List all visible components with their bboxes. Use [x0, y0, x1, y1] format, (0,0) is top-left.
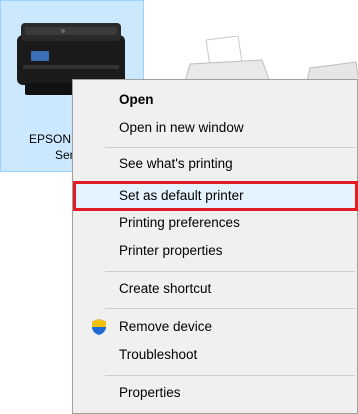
menu-item-label: Open in new window: [119, 120, 244, 135]
menu-separator: [105, 147, 355, 148]
context-menu: Open Open in new window See what's print…: [72, 79, 358, 414]
menu-item-label: Properties: [119, 385, 181, 400]
device-label-line1: EPSON: [29, 132, 72, 146]
menu-separator: [105, 271, 355, 272]
menu-item-label: Printer properties: [119, 243, 223, 258]
menu-item-properties[interactable]: Properties: [75, 380, 353, 406]
menu-item-label: See what's printing: [119, 156, 233, 171]
menu-item-printing-preferences[interactable]: Printing preferences: [75, 210, 353, 236]
menu-item-remove-device[interactable]: Remove device: [75, 314, 353, 340]
menu-item-open-new-window[interactable]: Open in new window: [75, 115, 353, 141]
menu-item-see-printing[interactable]: See what's printing: [75, 151, 353, 177]
menu-item-label: Remove device: [119, 319, 213, 334]
menu-item-label: Create shortcut: [119, 281, 212, 296]
menu-item-create-shortcut[interactable]: Create shortcut: [75, 276, 353, 302]
menu-item-label: Troubleshoot: [119, 347, 198, 362]
shield-icon: [92, 319, 106, 335]
menu-item-label: Printing preferences: [119, 215, 240, 230]
menu-item-troubleshoot[interactable]: Troubleshoot: [75, 342, 353, 368]
highlight-box: [73, 181, 358, 211]
menu-separator: [105, 375, 355, 376]
menu-separator: [105, 308, 355, 309]
menu-item-open[interactable]: Open: [75, 87, 353, 113]
menu-item-label: Open: [119, 92, 154, 107]
menu-item-printer-properties[interactable]: Printer properties: [75, 238, 353, 264]
